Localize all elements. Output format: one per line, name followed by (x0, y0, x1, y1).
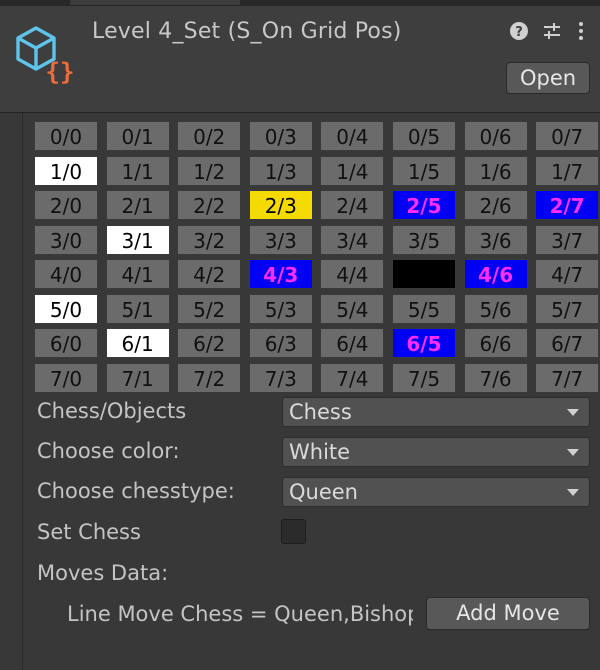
inspector-header: {} Level 4_Set (S_On Grid Pos) ? Open (0, 6, 600, 113)
grid-cell-0-6[interactable]: 0/6 (463, 121, 528, 151)
grid-cell-3-2[interactable]: 3/2 (177, 224, 242, 255)
grid-cell-2-4[interactable]: 2/4 (320, 190, 385, 220)
chevron-down-icon (567, 449, 579, 456)
grid-cell-6-6[interactable]: 6/6 (463, 328, 528, 358)
grid-cell-0-2[interactable]: 0/2 (177, 121, 242, 151)
grid-cell-4-4[interactable]: 4/4 (320, 259, 385, 289)
svg-text:?: ? (515, 25, 523, 40)
grid-cell-7-5[interactable]: 7/5 (391, 362, 456, 393)
chevron-down-icon (567, 489, 579, 496)
grid-cell-2-3[interactable]: 2/3 (248, 190, 313, 220)
grid-cell-1-5[interactable]: 1/5 (391, 155, 456, 186)
asset-title: Level 4_Set (S_On Grid Pos) (92, 19, 402, 44)
grid-cell-3-6[interactable]: 3/6 (463, 224, 528, 255)
grid-cell-5-1[interactable]: 5/1 (105, 293, 170, 324)
grid-cell-3-4[interactable]: 3/4 (320, 224, 385, 255)
grid-cell-0-0[interactable]: 0/0 (34, 121, 98, 151)
grid-cell-5-2[interactable]: 5/2 (177, 293, 242, 324)
grid-cell-0-7[interactable]: 0/7 (535, 121, 600, 151)
grid-cell-2-1[interactable]: 2/1 (105, 190, 170, 220)
grid-cell-0-1[interactable]: 0/1 (105, 121, 170, 151)
grid-cell-4-5[interactable]: 4/5 (391, 259, 456, 289)
choose-chesstype-dropdown[interactable]: Queen (282, 477, 590, 507)
choose-chesstype-value: Queen (289, 480, 358, 504)
grid-cell-4-0[interactable]: 4/0 (34, 259, 98, 289)
grid-cell-0-5[interactable]: 0/5 (391, 121, 456, 151)
more-vertical-icon[interactable] (574, 20, 588, 42)
grid-cell-1-0[interactable]: 1/0 (34, 155, 98, 186)
set-chess-label: Set Chess (37, 520, 141, 544)
grid-cell-3-3[interactable]: 3/3 (248, 224, 313, 255)
grid-cell-2-6[interactable]: 2/6 (463, 190, 528, 220)
grid-cell-3-7[interactable]: 3/7 (535, 224, 600, 255)
chevron-down-icon (567, 409, 579, 416)
grid-cell-6-2[interactable]: 6/2 (177, 328, 242, 358)
grid-cell-1-4[interactable]: 1/4 (320, 155, 385, 186)
grid-cell-3-0[interactable]: 3/0 (34, 224, 98, 255)
grid-cell-1-6[interactable]: 1/6 (463, 155, 528, 186)
add-move-button[interactable]: Add Move (426, 597, 590, 630)
grid-cell-7-2[interactable]: 7/2 (177, 362, 242, 393)
grid-cell-3-5[interactable]: 3/5 (391, 224, 456, 255)
chess-grid: 0/0 0/1 0/2 0/3 0/4 0/5 0/6 0/7 1/0 1/1 1/2 1/3 1/4 1… (34, 121, 600, 393)
grid-cell-3-1[interactable]: 3/1 (105, 224, 170, 255)
choose-color-value: White (289, 440, 351, 464)
grid-cell-6-7[interactable]: 6/7 (535, 328, 600, 358)
choose-color-label: Choose color: (37, 439, 180, 463)
grid-cell-4-2[interactable]: 4/2 (177, 259, 242, 289)
grid-cell-7-4[interactable]: 7/4 (320, 362, 385, 393)
open-button[interactable]: Open (506, 62, 590, 94)
inspector-tab[interactable] (70, 0, 240, 5)
grid-cell-6-3[interactable]: 6/3 (248, 328, 313, 358)
help-icon[interactable]: ? (508, 20, 530, 42)
choose-chesstype-label: Choose chesstype: (37, 479, 235, 503)
grid-cell-7-0[interactable]: 7/0 (34, 362, 98, 393)
indent-guide (22, 113, 23, 670)
svg-text:{}: {} (46, 58, 75, 86)
grid-cell-1-7[interactable]: 1/7 (535, 155, 600, 186)
grid-cell-5-3[interactable]: 5/3 (248, 293, 313, 324)
grid-cell-4-6[interactable]: 4/6 (463, 259, 528, 289)
grid-cell-1-3[interactable]: 1/3 (248, 155, 313, 186)
grid-cell-4-1[interactable]: 4/1 (105, 259, 170, 289)
grid-cell-6-5[interactable]: 6/5 (391, 328, 456, 358)
grid-cell-5-7[interactable]: 5/7 (535, 293, 600, 324)
chess-objects-label: Chess/Objects (37, 399, 187, 423)
settings-sliders-icon[interactable] (541, 20, 563, 42)
set-chess-checkbox[interactable] (281, 519, 306, 544)
grid-cell-6-4[interactable]: 6/4 (320, 328, 385, 358)
grid-cell-7-6[interactable]: 7/6 (463, 362, 528, 393)
grid-cell-2-0[interactable]: 2/0 (34, 190, 98, 220)
grid-cell-7-7[interactable]: 7/7 (535, 362, 600, 393)
grid-cell-6-0[interactable]: 6/0 (34, 328, 98, 358)
grid-cell-2-5[interactable]: 2/5 (391, 190, 456, 220)
scriptable-object-icon: {} (16, 26, 75, 86)
chess-objects-dropdown[interactable]: Chess (282, 397, 590, 427)
choose-color-dropdown[interactable]: White (282, 437, 590, 467)
grid-cell-5-5[interactable]: 5/5 (391, 293, 456, 324)
grid-cell-6-1[interactable]: 6/1 (105, 328, 170, 358)
grid-cell-7-3[interactable]: 7/3 (248, 362, 313, 393)
grid-cell-4-7[interactable]: 4/7 (535, 259, 600, 289)
grid-cell-0-4[interactable]: 0/4 (320, 121, 385, 151)
inspector-body: 0/0 0/1 0/2 0/3 0/4 0/5 0/6 0/7 1/0 1/1 1/2 1/3 1/4 1… (0, 113, 600, 670)
grid-cell-5-4[interactable]: 5/4 (320, 293, 385, 324)
grid-cell-2-2[interactable]: 2/2 (177, 190, 242, 220)
grid-cell-1-2[interactable]: 1/2 (177, 155, 242, 186)
grid-cell-0-3[interactable]: 0/3 (248, 121, 313, 151)
chess-objects-value: Chess (289, 400, 352, 424)
grid-cell-5-6[interactable]: 5/6 (463, 293, 528, 324)
grid-cell-7-1[interactable]: 7/1 (105, 362, 170, 393)
line-move-chess-text: Line Move Chess = Queen,Bishop (67, 602, 413, 626)
moves-data-label: Moves Data: (37, 561, 169, 585)
grid-cell-4-3[interactable]: 4/3 (248, 259, 313, 289)
grid-cell-1-1[interactable]: 1/1 (105, 155, 170, 186)
grid-cell-2-7[interactable]: 2/7 (535, 190, 600, 220)
grid-cell-5-0[interactable]: 5/0 (34, 293, 98, 324)
